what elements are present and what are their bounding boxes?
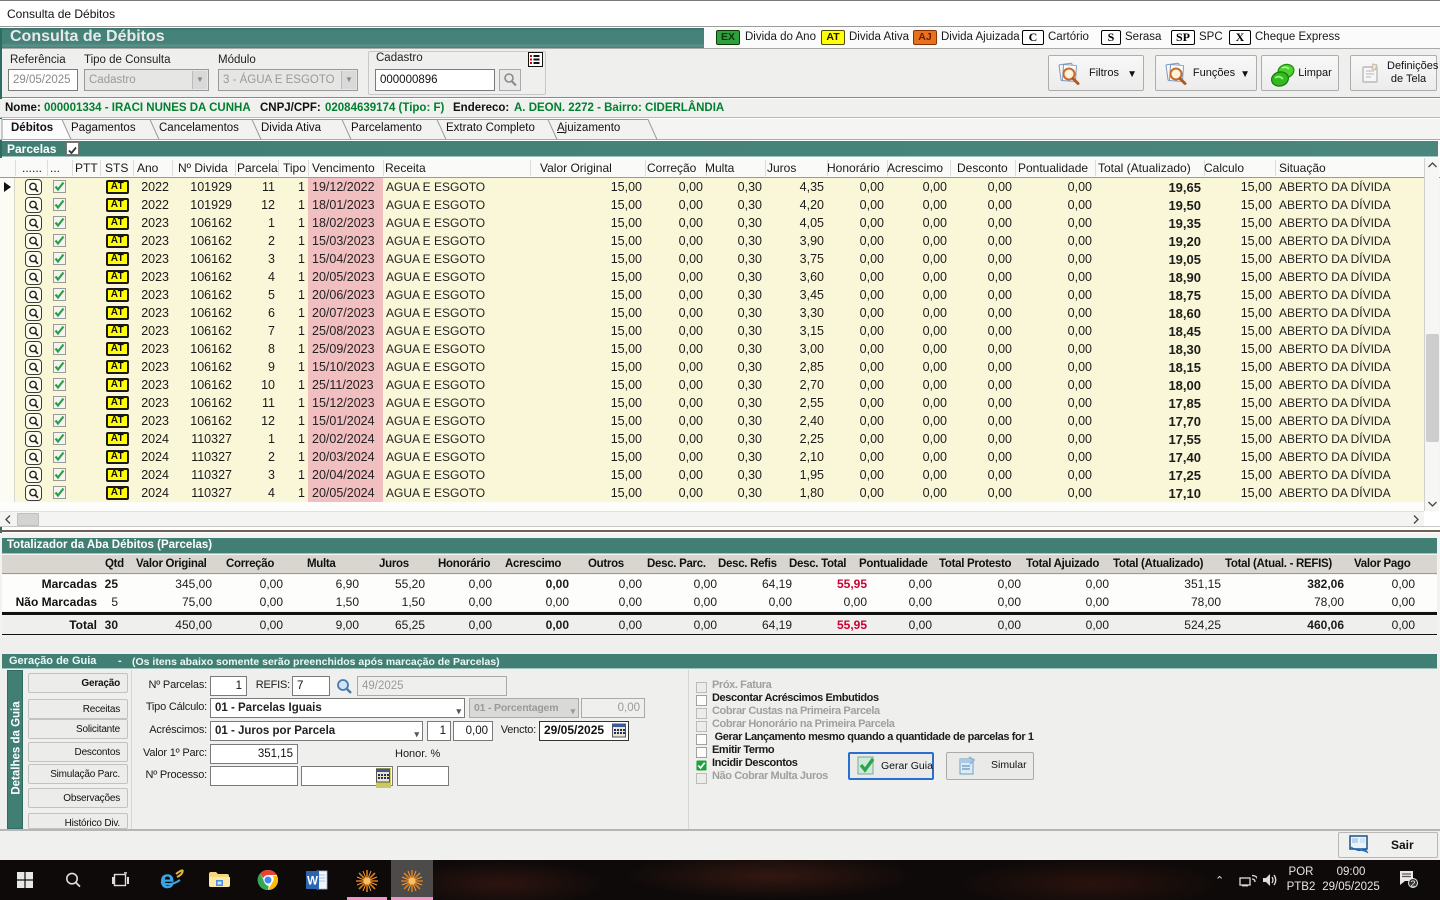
- svg-text:e: e: [160, 866, 174, 894]
- svg-text:W: W: [307, 876, 318, 888]
- svg-text:2: 2: [1411, 878, 1416, 888]
